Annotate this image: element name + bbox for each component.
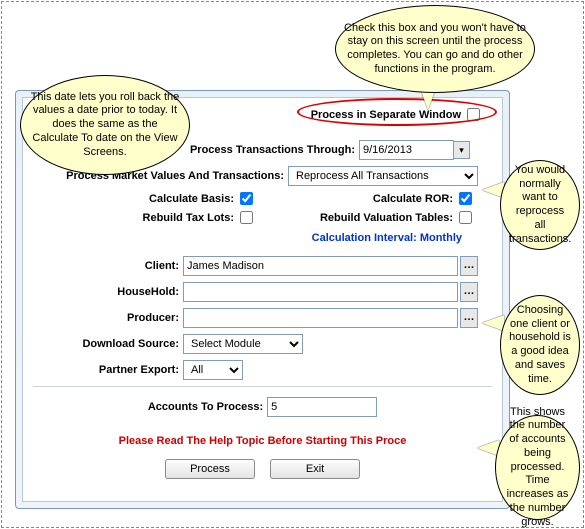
divider: [33, 386, 492, 387]
warning-text: Please Read The Help Topic Before Starti…: [33, 435, 492, 447]
rebuild-tax-label: Rebuild Tax Lots:: [33, 212, 238, 224]
through-date-input[interactable]: [359, 140, 454, 160]
callout-separate-window: Check this box and you won't have to sta…: [335, 5, 535, 93]
calc-basis-label: Calculate Basis:: [33, 193, 238, 205]
button-bar: Process Exit: [33, 459, 492, 479]
callout-text: This date lets you roll back the values …: [29, 91, 181, 160]
market-values-select[interactable]: Reprocess All Transactions: [288, 166, 478, 186]
through-label: Process Transactions Through:: [190, 144, 359, 156]
download-source-select[interactable]: Select Module: [183, 334, 303, 354]
producer-input[interactable]: [183, 308, 458, 328]
rebuild-tax-checkbox[interactable]: [240, 211, 253, 224]
household-picker-button[interactable]: …: [460, 282, 478, 302]
market-values-label: Process Market Values And Transactions:: [33, 170, 288, 182]
exit-button[interactable]: Exit: [270, 459, 360, 479]
calc-interval-label: Calculation Interval: Monthly: [33, 232, 492, 244]
chevron-down-icon[interactable]: ▾: [454, 141, 470, 159]
producer-picker-button[interactable]: …: [460, 308, 478, 328]
producer-label: Producer:: [33, 312, 183, 324]
download-source-label: Download Source:: [33, 338, 183, 350]
callout-text: Choosing one client or household is a go…: [509, 304, 571, 387]
household-label: HouseHold:: [33, 286, 183, 298]
calc-ror-label: Calculate ROR:: [373, 193, 457, 205]
client-picker-button[interactable]: …: [460, 256, 478, 276]
rebuild-val-checkbox[interactable]: [459, 211, 472, 224]
callout-text: This shows the number of accounts being …: [504, 406, 571, 529]
callout-account-count: This shows the number of accounts being …: [495, 415, 580, 520]
callout-tail: [482, 315, 504, 331]
callout-client-choice: Choosing one client or household is a go…: [500, 295, 580, 395]
separate-window-checkbox[interactable]: [467, 108, 480, 121]
client-label: Client:: [33, 260, 183, 272]
client-input[interactable]: [183, 256, 458, 276]
process-button[interactable]: Process: [165, 459, 255, 479]
callout-text: Check this box and you won't have to sta…: [344, 22, 526, 77]
separate-window-label: Process in Separate Window: [311, 109, 465, 121]
separate-window-row: Process in Separate Window: [311, 108, 482, 121]
calc-ror-checkbox[interactable]: [459, 192, 472, 205]
callout-date-rollback: This date lets you roll back the values …: [20, 75, 190, 175]
partner-export-label: Partner Export:: [33, 364, 183, 376]
accounts-label: Accounts To Process:: [148, 401, 267, 413]
accounts-count-input[interactable]: [267, 397, 377, 417]
callout-reprocess: You would normally want to reprocess all…: [500, 160, 580, 250]
household-input[interactable]: [183, 282, 458, 302]
callout-text: You would normally want to reprocess all…: [509, 164, 571, 247]
calc-basis-checkbox[interactable]: [240, 192, 253, 205]
partner-export-select[interactable]: All: [183, 360, 243, 380]
rebuild-val-label: Rebuild Valuation Tables:: [320, 212, 457, 224]
